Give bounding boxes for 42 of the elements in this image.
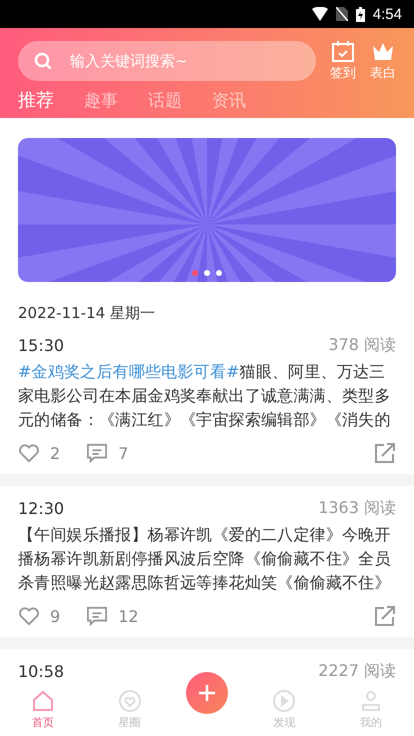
carousel-dot[interactable] [192,270,198,276]
post-time: 10:58 [18,662,64,681]
confession-button[interactable]: 表白 [370,40,396,82]
carousel-dot[interactable] [216,270,222,276]
play-icon [272,689,296,713]
comment-icon [86,443,108,463]
read-count: 2227 阅读 [318,661,396,682]
clock-time: 4:54 [372,6,402,22]
share-icon[interactable] [374,442,396,464]
battery-icon [356,6,365,22]
post-text[interactable]: 【午间娱乐播报】杨幂许凯《爱的二八定律》今晚开播杨幂许凯新剧停播风波后空降《偷偷藏不住》全员杀青照曝光赵露思陈哲远等捧花灿笑《偷偷藏不住》 [18,523,396,595]
post-date: 2022-11-14 星期一 [18,304,156,323]
nav-tab[interactable]: 我的 [340,689,401,730]
read-count: 378 阅读 [328,335,396,356]
carousel-dot[interactable] [204,270,210,276]
post-time: 15:30 [18,336,64,355]
house-icon [31,689,56,713]
comment-button[interactable]: 12 [86,606,139,626]
add-button[interactable] [186,672,228,714]
calendar-check-icon [331,40,355,62]
no-sim-icon [336,7,348,21]
category-tab[interactable]: 资讯 [212,88,246,116]
search-icon [34,52,52,70]
wifi-icon [312,7,328,21]
plus-icon [198,684,216,702]
nav-tab[interactable]: 首页 [13,689,74,730]
heart-icon [18,443,40,463]
comment-icon [86,606,108,626]
like-button[interactable]: 2 [18,443,60,463]
check-in-button[interactable]: 签到 [330,40,356,82]
post-text[interactable]: #金鸡奖之后有哪些电影可看#猫眼、阿里、万达三家电影公司在本届金鸡奖奉献出了诚意满满、类型多元的储备：《满江红》《宇宙探索编辑部》《消失的 [18,360,396,432]
like-button[interactable]: 9 [18,606,60,626]
nav-tab[interactable]: 星圈 [100,689,160,730]
category-tab[interactable]: 话题 [148,88,182,116]
comment-button[interactable]: 7 [86,443,128,463]
post-time: 12:30 [18,499,64,518]
read-count: 1363 阅读 [318,498,396,519]
nav-tab[interactable]: 发现 [254,689,314,730]
share-icon[interactable] [374,605,396,627]
category-tab[interactable]: 趣事 [84,88,118,116]
heart-icon [18,606,40,626]
hashtag-link[interactable]: #金鸡奖之后有哪些电影可看# [18,362,240,381]
